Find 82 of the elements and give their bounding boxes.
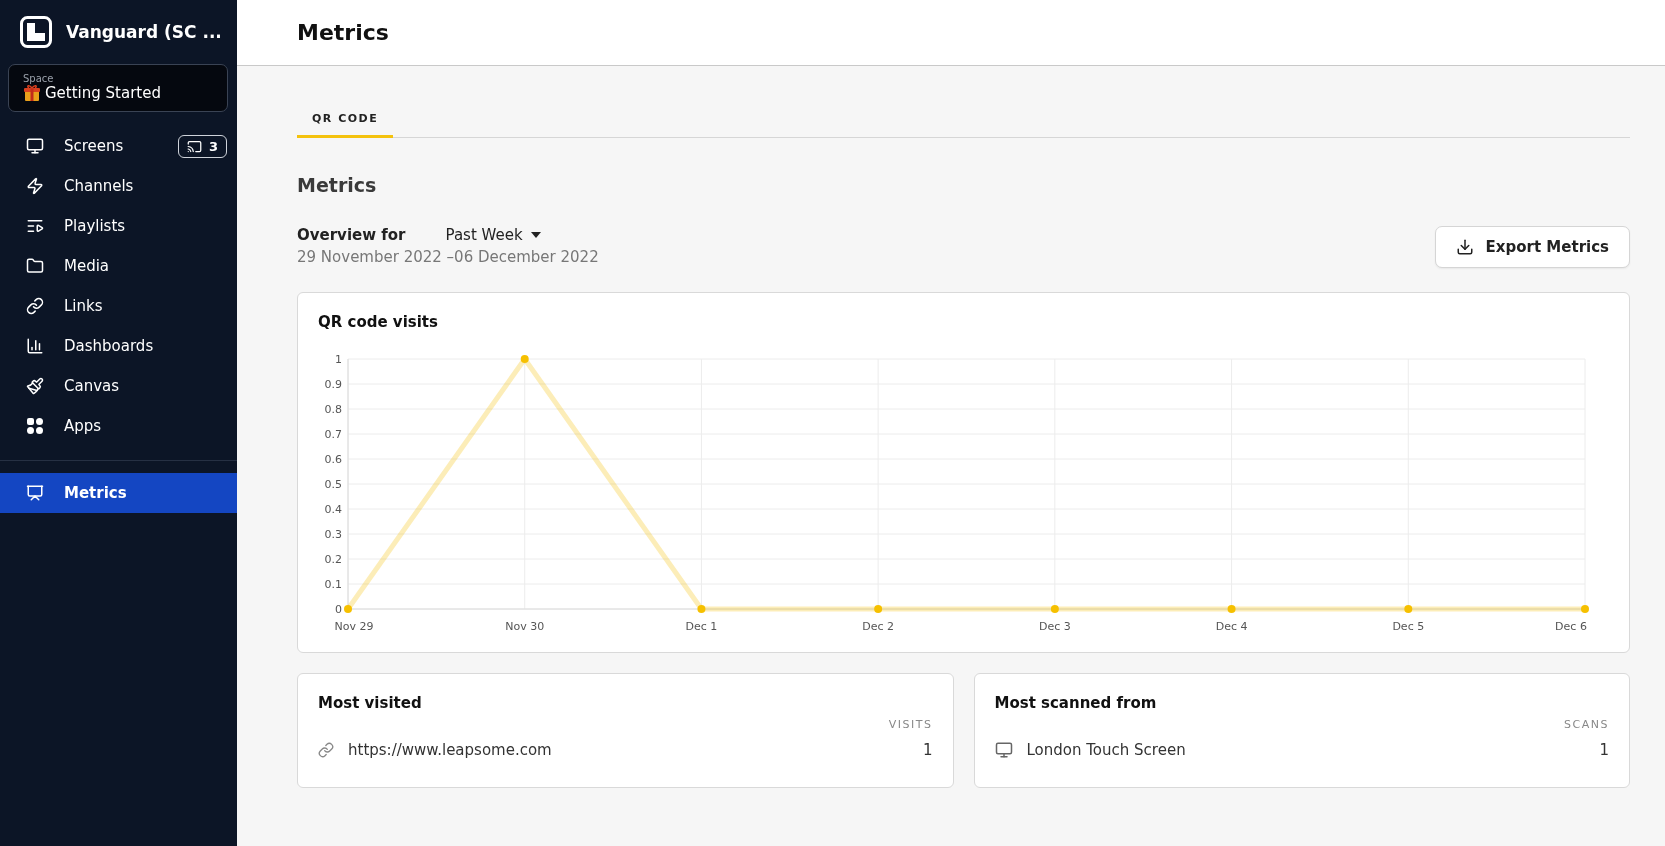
logo-icon bbox=[20, 16, 52, 48]
sidebar-item-label: Media bbox=[64, 257, 111, 275]
y-axis-label: 0.3 bbox=[324, 528, 342, 541]
overview-label: Overview for bbox=[297, 226, 406, 244]
monitor-icon bbox=[994, 741, 1013, 759]
data-point bbox=[1050, 605, 1059, 613]
y-axis-label: 1 bbox=[335, 353, 342, 366]
row-count: 1 bbox=[922, 741, 933, 759]
y-axis-label: 0.4 bbox=[324, 503, 342, 516]
sidebar-item[interactable]: Screens 3 bbox=[0, 126, 237, 166]
y-axis-label: 0.2 bbox=[324, 553, 342, 566]
x-axis-label: Dec 5 bbox=[1392, 620, 1425, 633]
data-point bbox=[520, 355, 529, 363]
row-name: https://www.leapsome.com bbox=[348, 741, 553, 759]
sidebar-item[interactable]: Canvas bbox=[0, 366, 237, 406]
y-axis-label: 0.8 bbox=[324, 403, 342, 416]
sidebar-item-label: Apps bbox=[64, 417, 103, 435]
space-label: Space bbox=[23, 73, 55, 84]
space-name: Getting Started bbox=[45, 84, 161, 102]
sidebar-item[interactable]: Metrics bbox=[0, 473, 237, 513]
workspace-name[interactable]: Vanguard (SC ... bbox=[66, 22, 222, 42]
link-icon bbox=[26, 297, 44, 315]
sidebar-item[interactable]: Media bbox=[0, 246, 237, 286]
section-title: Metrics bbox=[297, 174, 378, 196]
date-range: 29 November 2022 –06 December 2022 bbox=[297, 248, 599, 266]
bar-chart-icon bbox=[26, 337, 44, 355]
card-title: Most scanned from bbox=[994, 694, 1158, 712]
y-axis-label: 0.5 bbox=[324, 478, 342, 491]
page-title: Metrics bbox=[297, 20, 389, 45]
data-point bbox=[1404, 605, 1413, 613]
row-count: 1 bbox=[1599, 741, 1609, 759]
x-axis-label: Nov 30 bbox=[505, 620, 545, 633]
sidebar-item[interactable]: Dashboards bbox=[0, 326, 237, 366]
tab[interactable]: QR CODE bbox=[297, 102, 394, 138]
chart-title: QR code visits bbox=[318, 313, 439, 331]
sidebar-item-label: Metrics bbox=[64, 484, 128, 502]
gift-icon bbox=[23, 84, 41, 102]
y-axis-label: 0.1 bbox=[324, 578, 342, 591]
y-axis-label: 0.9 bbox=[324, 378, 342, 391]
space-selector[interactable]: Space Getting Started bbox=[8, 64, 228, 112]
sidebar-item-label: Links bbox=[64, 297, 104, 315]
data-point bbox=[344, 605, 352, 613]
data-point bbox=[874, 605, 883, 613]
card-title: Most visited bbox=[318, 694, 423, 712]
folder-icon bbox=[26, 257, 44, 275]
screens-count-badge[interactable]: 3 bbox=[177, 134, 227, 158]
y-axis-label: 0.7 bbox=[324, 428, 342, 441]
paintbrush-icon bbox=[26, 377, 44, 395]
cast-icon bbox=[186, 138, 202, 154]
sidebar-item-label: Playlists bbox=[64, 217, 127, 235]
data-point bbox=[697, 605, 706, 613]
x-axis-label: Dec 6 bbox=[1555, 620, 1587, 633]
sidebar-item[interactable]: Channels bbox=[0, 166, 237, 206]
x-axis-label: Dec 4 bbox=[1215, 620, 1248, 633]
y-axis-label: 0 bbox=[335, 603, 342, 616]
presentation-chart-icon bbox=[26, 484, 44, 502]
x-axis-label: Nov 29 bbox=[334, 620, 374, 633]
sidebar-item[interactable]: Apps bbox=[0, 406, 237, 446]
sidebar-item-label: Screens bbox=[64, 137, 125, 155]
lightning-icon bbox=[26, 177, 44, 195]
y-axis-label: 0.6 bbox=[324, 453, 342, 466]
x-axis-label: Dec 1 bbox=[685, 620, 718, 633]
sidebar-item[interactable]: Playlists bbox=[0, 206, 237, 246]
x-axis-label: Dec 3 bbox=[1038, 620, 1071, 633]
data-point bbox=[1227, 605, 1236, 613]
column-header: SCANS bbox=[1564, 718, 1609, 731]
data-point bbox=[1581, 605, 1589, 613]
row-name: London Touch Screen bbox=[1026, 741, 1187, 759]
download-icon bbox=[1455, 238, 1474, 256]
period-dropdown[interactable]: Past Week bbox=[445, 226, 541, 244]
export-metrics-button[interactable]: Export Metrics bbox=[1434, 226, 1630, 268]
sidebar-item[interactable]: Links bbox=[0, 286, 237, 326]
playlist-icon bbox=[26, 217, 44, 235]
x-axis-label: Dec 2 bbox=[862, 620, 895, 633]
apps-icon bbox=[26, 417, 44, 435]
column-header: VISITS bbox=[888, 718, 933, 731]
sidebar-item-label: Canvas bbox=[64, 377, 121, 395]
caret-icon bbox=[530, 232, 541, 238]
sidebar-item-label: Channels bbox=[64, 177, 135, 195]
monitor-icon bbox=[26, 137, 44, 155]
sidebar-item-label: Dashboards bbox=[64, 337, 155, 355]
link-icon bbox=[318, 742, 334, 758]
